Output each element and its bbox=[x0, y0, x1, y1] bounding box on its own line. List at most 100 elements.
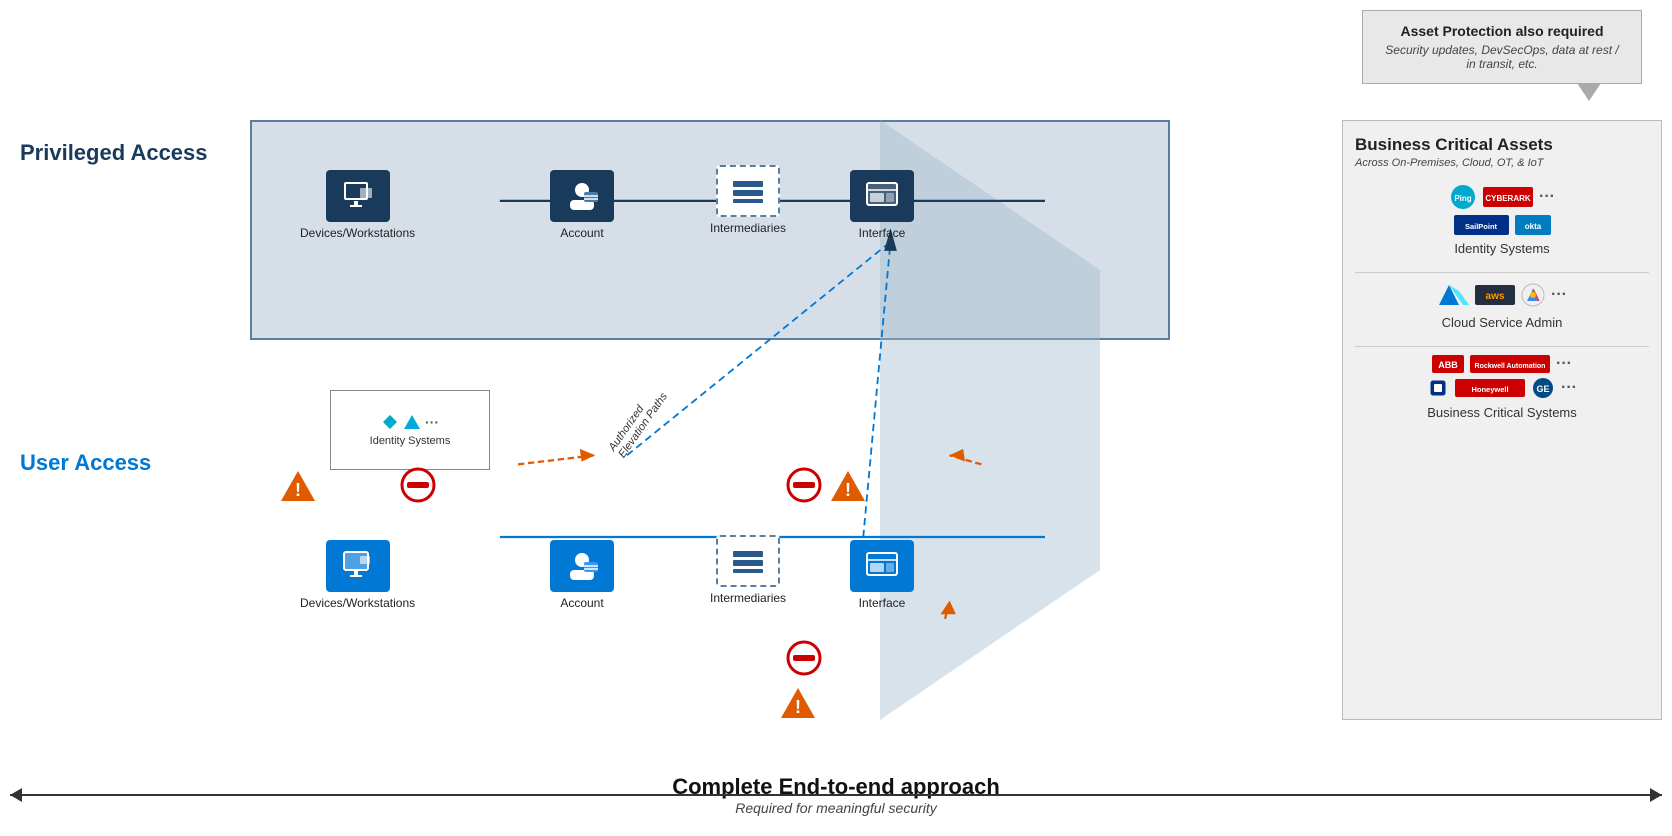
svg-text:Ping: Ping bbox=[1454, 194, 1471, 203]
bca-title: Business Critical Assets bbox=[1355, 135, 1649, 155]
priv-intermediaries-label: Intermediaries bbox=[710, 221, 786, 235]
svg-text:aws: aws bbox=[1486, 291, 1505, 302]
monitor-icon bbox=[340, 178, 376, 214]
more-cloud-dots: ··· bbox=[1551, 286, 1567, 304]
bca-panel: Business Critical Assets Across On-Premi… bbox=[1342, 120, 1662, 720]
priv-interface-node: Interface bbox=[850, 170, 914, 240]
priv-devices-icon bbox=[326, 170, 390, 222]
identity-pyramid-icon bbox=[403, 413, 421, 431]
bottom-title: Complete End-to-end approach bbox=[10, 774, 1662, 800]
ge-logo-icon: GE bbox=[1531, 377, 1555, 399]
more-identity-dots: ··· bbox=[1539, 188, 1555, 206]
warning-triangle-middle: ! bbox=[830, 468, 866, 504]
google-logo-icon bbox=[1521, 283, 1545, 307]
diagram-area: Privileged Access User Access Business C… bbox=[10, 110, 1662, 746]
user-intermediaries-node: Intermediaries bbox=[710, 535, 786, 605]
more-bcs-1-dots: ··· bbox=[1556, 355, 1572, 373]
no-entry-left bbox=[400, 467, 436, 503]
arrow-right bbox=[836, 794, 1662, 796]
bca-section-identity: Ping CYBERARK ··· SailPoint bbox=[1355, 183, 1649, 256]
svg-text:ABB: ABB bbox=[1438, 360, 1458, 370]
okta-logo-icon: okta bbox=[1515, 215, 1551, 235]
azure-logo-icon bbox=[1437, 281, 1469, 309]
bcs-logos-2: Honeywell GE ··· bbox=[1355, 377, 1649, 399]
no-entry-bottom bbox=[786, 640, 822, 676]
elevation-paths-text: Authorized Elevation Paths bbox=[606, 384, 670, 460]
bca-section-bcs: ABB Rockwell Automation ··· bbox=[1355, 355, 1649, 420]
user-account-node: Account bbox=[550, 540, 614, 610]
svg-text:Honeywell: Honeywell bbox=[1471, 385, 1508, 394]
cloud-logos: aws ··· bbox=[1355, 281, 1649, 309]
user-account-icon-svg bbox=[564, 548, 600, 584]
arrow-left bbox=[10, 794, 836, 796]
warning-triangle-bottom: ! bbox=[780, 685, 816, 721]
cloud-section-label: Cloud Service Admin bbox=[1355, 315, 1649, 330]
cyberark-logo-icon: CYBERARK bbox=[1483, 187, 1533, 207]
identity-systems-box: ··· Identity Systems bbox=[330, 390, 490, 470]
user-account-icon bbox=[550, 540, 614, 592]
more-bcs-2-dots: ··· bbox=[1561, 379, 1577, 397]
identity-logos-2: SailPoint okta bbox=[1355, 215, 1649, 235]
bottom-section: Complete End-to-end approach Required fo… bbox=[10, 764, 1662, 826]
main-container: Asset Protection also required Security … bbox=[10, 10, 1662, 826]
sailpoint-logo-icon: SailPoint bbox=[1454, 215, 1509, 235]
bcs-section-label: Business Critical Systems bbox=[1355, 405, 1649, 420]
no-entry-middle bbox=[786, 467, 822, 503]
priv-intermediaries-node: Intermediaries bbox=[710, 165, 786, 235]
user-account-label: Account bbox=[550, 596, 614, 610]
chip-icon bbox=[1427, 377, 1449, 399]
callout-subtitle: Security updates, DevSecOps, data at res… bbox=[1379, 43, 1625, 71]
priv-devices-node: Devices/Workstations bbox=[300, 170, 415, 240]
warning-bottom: ! bbox=[780, 685, 816, 728]
svg-text:!: ! bbox=[295, 480, 301, 500]
user-interface-node: Interface bbox=[850, 540, 914, 610]
svg-text:CYBERARK: CYBERARK bbox=[1485, 194, 1531, 203]
bottom-subtitle: Required for meaningful security bbox=[10, 800, 1662, 816]
svg-text:!: ! bbox=[845, 480, 851, 500]
warning-triangle-left: ! bbox=[280, 468, 316, 504]
svg-text:okta: okta bbox=[1524, 222, 1541, 231]
user-access-label: User Access bbox=[20, 450, 151, 476]
identity-section-label: Identity Systems bbox=[1355, 241, 1649, 256]
aws-logo-icon: aws bbox=[1475, 285, 1515, 305]
svg-text:Rockwell Automation: Rockwell Automation bbox=[1475, 363, 1546, 370]
user-devices-node: Devices/Workstations bbox=[300, 540, 415, 610]
svg-text:!: ! bbox=[795, 697, 801, 717]
bca-section-cloud: aws ··· Cloud Service Admin bbox=[1355, 281, 1649, 330]
priv-account-icon bbox=[550, 170, 614, 222]
identity-systems-label: Identity Systems bbox=[370, 435, 451, 447]
priv-account-node: Account bbox=[550, 170, 614, 240]
account-icon bbox=[564, 178, 600, 214]
priv-intermediaries-icon bbox=[716, 165, 780, 217]
honeywell-logo-icon: Honeywell bbox=[1455, 379, 1525, 397]
priv-devices-label: Devices/Workstations bbox=[300, 226, 415, 240]
user-devices-label: Devices/Workstations bbox=[300, 596, 415, 610]
rockwell-logo-icon: Rockwell Automation bbox=[1470, 355, 1550, 373]
priv-interface-label: Interface bbox=[850, 226, 914, 240]
user-devices-icon bbox=[326, 540, 390, 592]
asset-callout: Asset Protection also required Security … bbox=[1362, 10, 1642, 84]
identity-box-logos: ··· bbox=[381, 413, 439, 431]
bcs-logos-1: ABB Rockwell Automation ··· bbox=[1355, 355, 1649, 373]
identity-more-dots: ··· bbox=[425, 414, 439, 430]
privileged-access-label: Privileged Access bbox=[20, 140, 208, 166]
interface-priv-icon bbox=[864, 178, 900, 214]
user-interface-label: Interface bbox=[850, 596, 914, 610]
identity-diamond-icon bbox=[381, 413, 399, 431]
priv-interface-icon bbox=[850, 170, 914, 222]
user-intermediaries-icon bbox=[716, 535, 780, 587]
svg-text:SailPoint: SailPoint bbox=[1464, 222, 1497, 231]
interface-user-icon bbox=[864, 548, 900, 584]
user-monitor-icon bbox=[340, 548, 376, 584]
ping-logo-icon: Ping bbox=[1449, 183, 1477, 211]
bca-divider-1 bbox=[1355, 272, 1649, 273]
warning-left: ! bbox=[280, 468, 316, 511]
user-intermediaries-label: Intermediaries bbox=[710, 591, 786, 605]
warning-middle: ! bbox=[830, 468, 866, 511]
callout-title: Asset Protection also required bbox=[1379, 23, 1625, 39]
intermediaries-user-icon bbox=[730, 543, 766, 579]
priv-account-label: Account bbox=[550, 226, 614, 240]
abb-logo-icon: ABB bbox=[1432, 355, 1464, 373]
intermediaries-priv-icon bbox=[730, 173, 766, 209]
bca-subtitle: Across On-Premises, Cloud, OT, & IoT bbox=[1355, 157, 1649, 169]
